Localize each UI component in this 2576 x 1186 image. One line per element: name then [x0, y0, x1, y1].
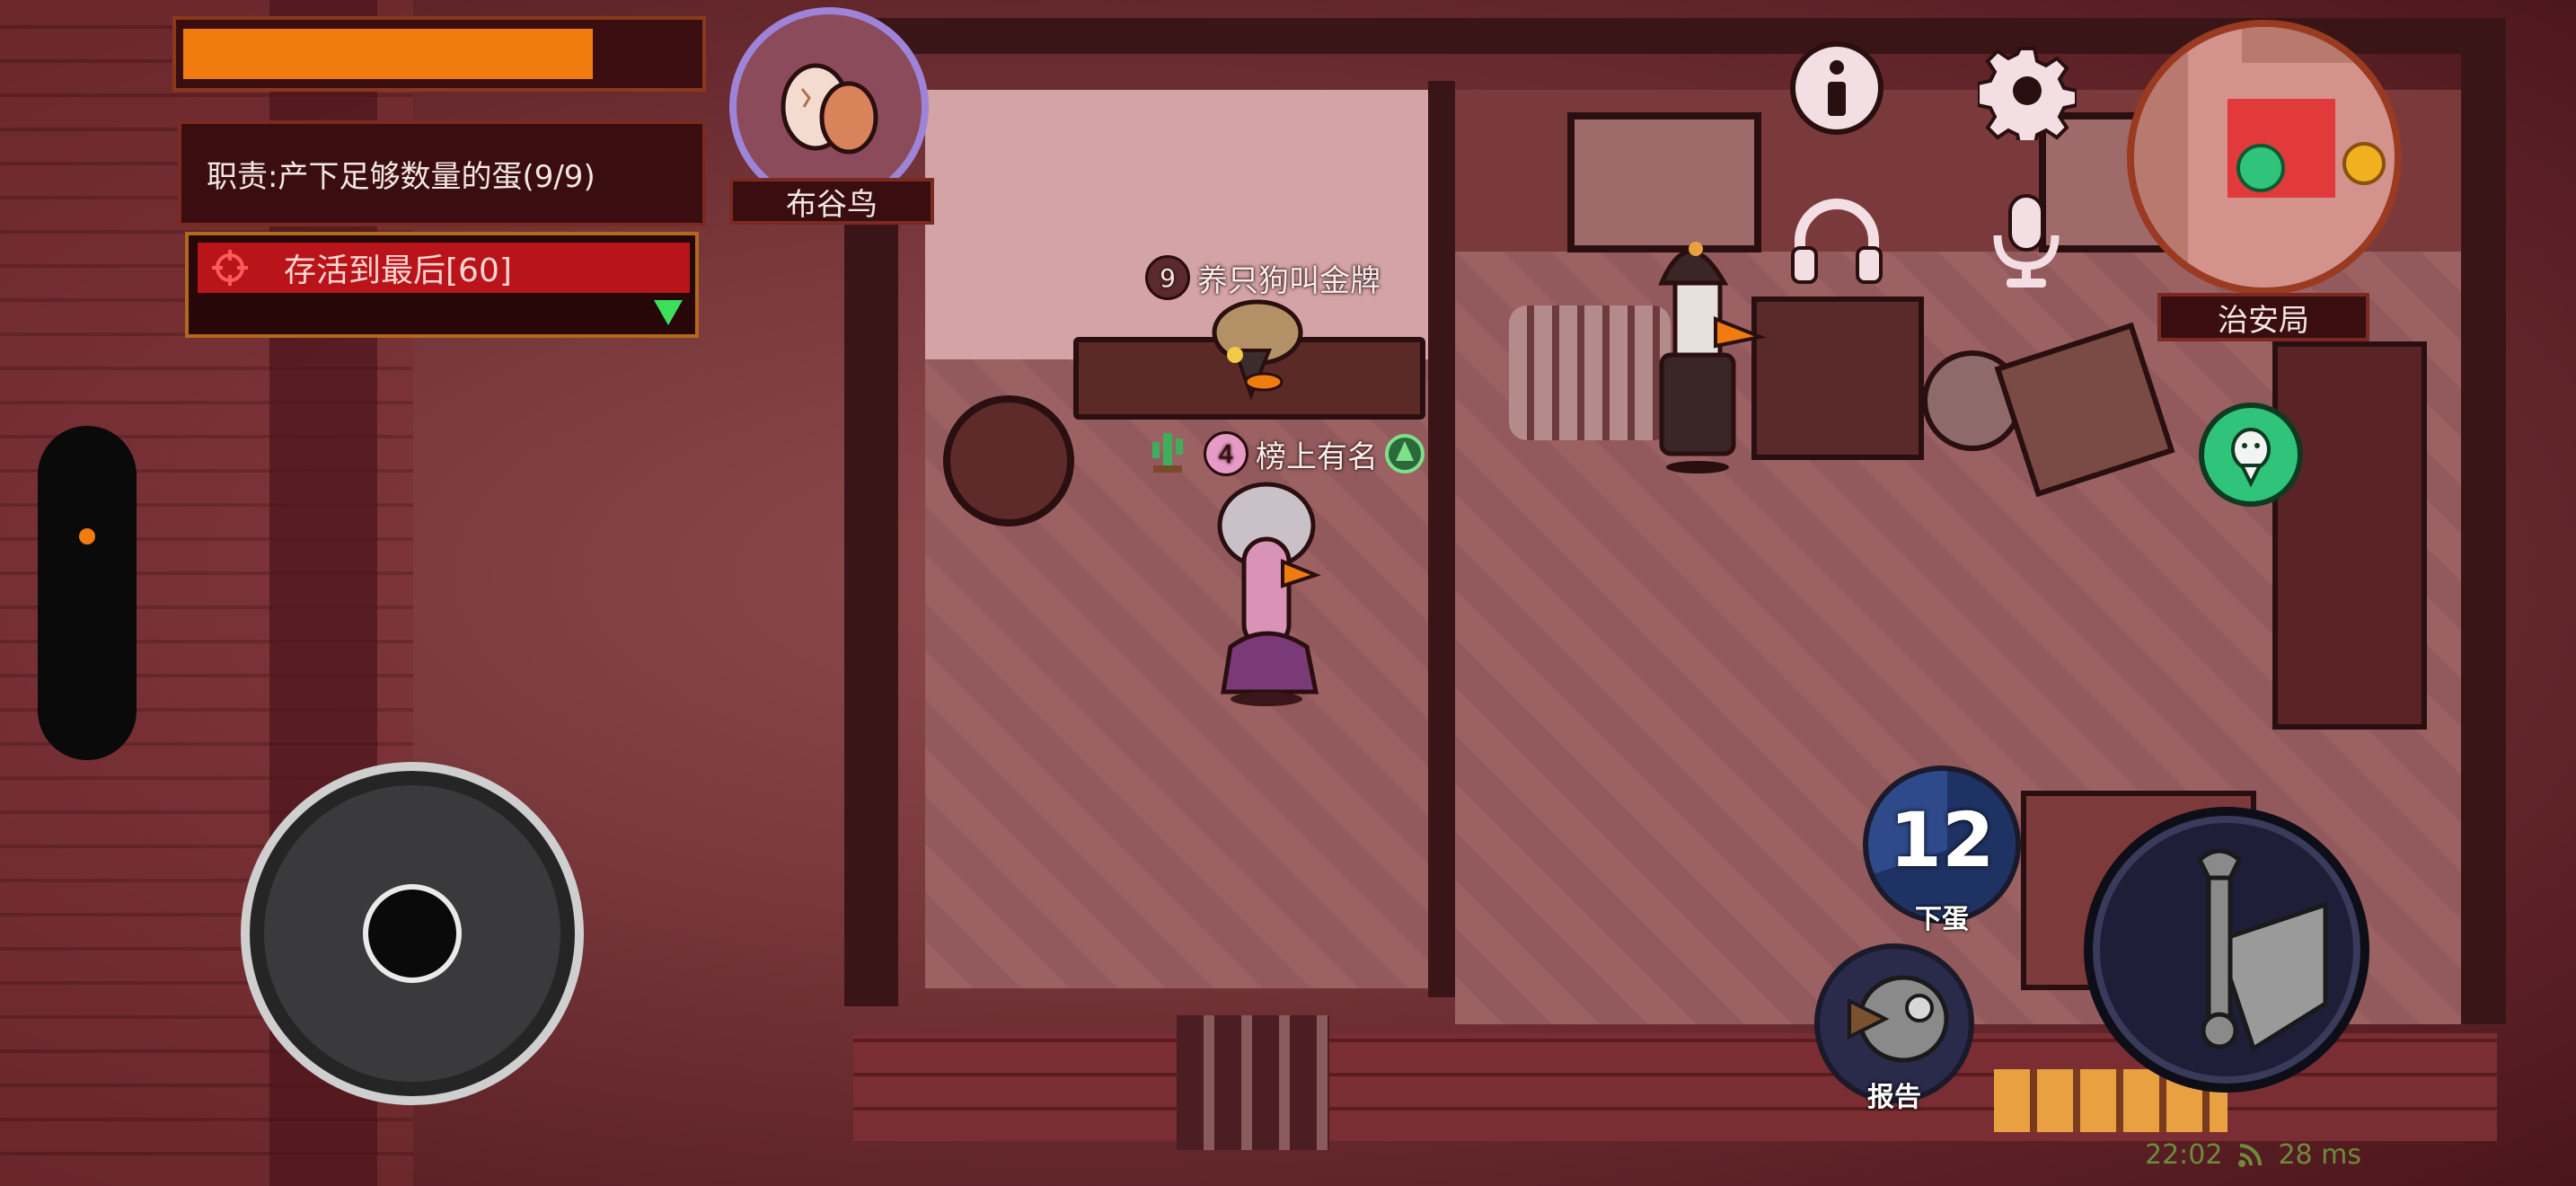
- use-button[interactable]: [2084, 807, 2369, 1093]
- role-name-plate: 布谷鸟: [729, 178, 934, 225]
- center-divider-wall: [1428, 81, 1455, 997]
- player-tag-2: 4 榜上有名: [1204, 431, 1426, 476]
- bottom-brick-left: [853, 1033, 1177, 1141]
- report-label: 报告: [1867, 1082, 1921, 1113]
- chat-goose-icon: [2215, 419, 2287, 491]
- status-bar: 22:02 28 ms: [2145, 1139, 2361, 1171]
- objective-panel[interactable]: 存活到最后[60]: [185, 232, 699, 338]
- settings-button[interactable]: [1978, 41, 2077, 140]
- location-plate: 治安局: [2157, 293, 2369, 341]
- lay-egg-cooldown: 12: [1889, 796, 1995, 884]
- side-scroll-track[interactable]: [38, 426, 137, 760]
- player-name: 养只狗叫金牌: [1197, 262, 1381, 299]
- minimap-task-marker: [2342, 142, 2386, 185]
- role-name: 布谷鸟: [786, 186, 878, 223]
- rank-badge-icon: [1383, 432, 1426, 475]
- chat-button[interactable]: [2199, 403, 2303, 507]
- info-button[interactable]: [1790, 41, 1883, 135]
- player-goose-top: [1199, 296, 1316, 404]
- health-bar-fill: [183, 29, 593, 79]
- police-goose: [1644, 220, 1769, 476]
- minimap-wall-top: [2242, 27, 2395, 63]
- microphone-icon: [1981, 190, 2071, 291]
- donut-cart: [1751, 296, 1924, 460]
- info-icon: [1810, 57, 1864, 119]
- objective-row: 存活到最后[60]: [198, 243, 690, 293]
- status-ping: 28 ms: [2278, 1139, 2362, 1171]
- headphones-icon: [1787, 196, 1886, 286]
- expand-arrow-icon[interactable]: [654, 300, 683, 325]
- settings-gear-icon: [1978, 41, 2077, 140]
- objective-text: 存活到最后[60]: [284, 252, 512, 289]
- duty-panel: 职责:产下足够数量的蛋(9/9): [178, 120, 706, 226]
- duty-text: 职责:产下足够数量的蛋(9/9): [207, 158, 595, 195]
- joystick-thumb[interactable]: [363, 884, 462, 983]
- headphones-button[interactable]: [1787, 196, 1886, 286]
- player-goose-center: [1204, 467, 1338, 710]
- right-wall: [2461, 18, 2506, 1024]
- role-portrait[interactable]: [729, 7, 929, 207]
- wrench-icon: [2119, 842, 2334, 1058]
- side-scroll-indicator: [79, 528, 95, 544]
- crosshair-icon: [210, 248, 250, 288]
- minimap-wall: [2134, 27, 2188, 288]
- status-time: 22:02: [2145, 1139, 2223, 1171]
- health-bar: [172, 16, 706, 92]
- joystick-base[interactable]: [241, 762, 584, 1105]
- microphone-button[interactable]: [1981, 190, 2071, 291]
- player-tag-1: 9 养只狗叫金牌: [1145, 255, 1381, 300]
- player-name: 榜上有名: [1256, 438, 1378, 475]
- doorway-gate: [1177, 1015, 1329, 1150]
- cactus-icon: [1148, 429, 1187, 474]
- player-level-badge: 4: [1204, 431, 1248, 476]
- signal-icon: [2236, 1142, 2263, 1169]
- minimap[interactable]: [2127, 20, 2402, 295]
- minimap-player-marker: [2236, 144, 2285, 192]
- dead-goose-icon: [1831, 965, 1957, 1082]
- player-level-badge: 9: [1145, 255, 1190, 300]
- egg-icon: [781, 63, 878, 155]
- left-room-back-wall: [925, 90, 1428, 359]
- location-name: 治安局: [2218, 302, 2309, 339]
- round-table: [943, 395, 1074, 527]
- lay-egg-label: 下蛋: [1915, 904, 1969, 935]
- desk: [2272, 341, 2427, 730]
